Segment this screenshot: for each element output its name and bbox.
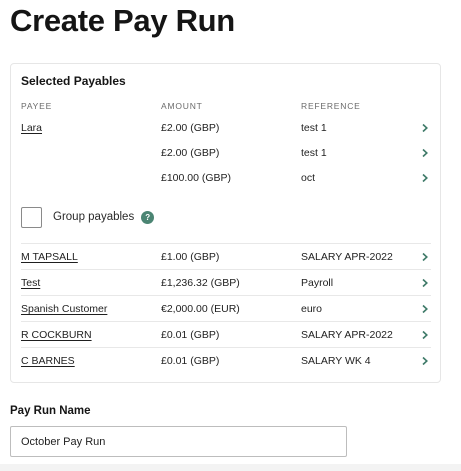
- chevron-right-icon[interactable]: [420, 123, 430, 133]
- payee-link[interactable]: M TAPSALL: [21, 244, 78, 270]
- amount-cell: £0.01 (GBP): [161, 329, 220, 341]
- amount-cell: €2,000.00 (EUR): [161, 303, 240, 315]
- chevron-right-icon[interactable]: [420, 356, 430, 366]
- amount-cell: £1,236.32 (GBP): [161, 277, 240, 289]
- chevron-right-icon[interactable]: [420, 252, 430, 262]
- table-row[interactable]: £2.00 (GBP) test 1: [11, 140, 442, 166]
- table-row[interactable]: £100.00 (GBP) oct: [11, 165, 442, 191]
- column-header-payee: PAYEE: [21, 101, 53, 111]
- column-header-reference: REFERENCE: [301, 101, 361, 111]
- amount-cell: £2.00 (GBP): [161, 122, 220, 134]
- group-payables-toggle[interactable]: Group payables ?: [21, 206, 155, 228]
- reference-cell: oct: [301, 172, 316, 184]
- group-payables-checkbox[interactable]: [21, 206, 42, 228]
- group-payables-label: Group payables: [53, 211, 135, 223]
- help-icon[interactable]: ?: [141, 210, 155, 224]
- reference-cell: Payroll: [301, 277, 334, 289]
- reference-cell: SALARY WK 4: [301, 355, 371, 367]
- amount-cell: £2.00 (GBP): [161, 147, 220, 159]
- table-row[interactable]: C BARNES £0.01 (GBP) SALARY WK 4: [11, 348, 442, 374]
- table-row[interactable]: Test £1,236.32 (GBP) Payroll: [11, 270, 442, 296]
- pay-run-name-input[interactable]: [10, 426, 347, 457]
- table-row[interactable]: Spanish Customer €2,000.00 (EUR) euro: [11, 296, 442, 322]
- payee-link[interactable]: Lara: [21, 115, 42, 141]
- chevron-right-icon[interactable]: [420, 278, 430, 288]
- chevron-right-icon[interactable]: [420, 173, 430, 183]
- bottom-strip: [0, 464, 461, 471]
- table-row[interactable]: R COCKBURN £0.01 (GBP) SALARY APR-2022: [11, 322, 442, 348]
- payee-link[interactable]: Spanish Customer: [21, 296, 107, 322]
- amount-cell: £0.01 (GBP): [161, 355, 220, 367]
- table-row[interactable]: Lara £2.00 (GBP) test 1: [11, 115, 442, 141]
- card-title: Selected Payables: [21, 74, 126, 88]
- amount-cell: £100.00 (GBP): [161, 172, 232, 184]
- table-row[interactable]: M TAPSALL £1.00 (GBP) SALARY APR-2022: [11, 244, 442, 270]
- selected-payables-card: Selected Payables PAYEE AMOUNT REFERENCE…: [10, 63, 441, 383]
- reference-cell: euro: [301, 303, 323, 315]
- chevron-right-icon[interactable]: [420, 330, 430, 340]
- reference-cell: test 1: [301, 147, 327, 159]
- chevron-right-icon[interactable]: [420, 148, 430, 158]
- reference-cell: SALARY APR-2022: [301, 329, 393, 341]
- column-header-amount: AMOUNT: [161, 101, 203, 111]
- reference-cell: SALARY APR-2022: [301, 251, 393, 263]
- page-title: Create Pay Run: [10, 3, 235, 38]
- amount-cell: £1.00 (GBP): [161, 251, 220, 263]
- pay-run-name-label: Pay Run Name: [10, 405, 91, 417]
- payee-link[interactable]: Test: [21, 270, 40, 296]
- payee-link[interactable]: C BARNES: [21, 348, 75, 374]
- chevron-right-icon[interactable]: [420, 304, 430, 314]
- payee-link[interactable]: R COCKBURN: [21, 322, 92, 348]
- reference-cell: test 1: [301, 122, 327, 134]
